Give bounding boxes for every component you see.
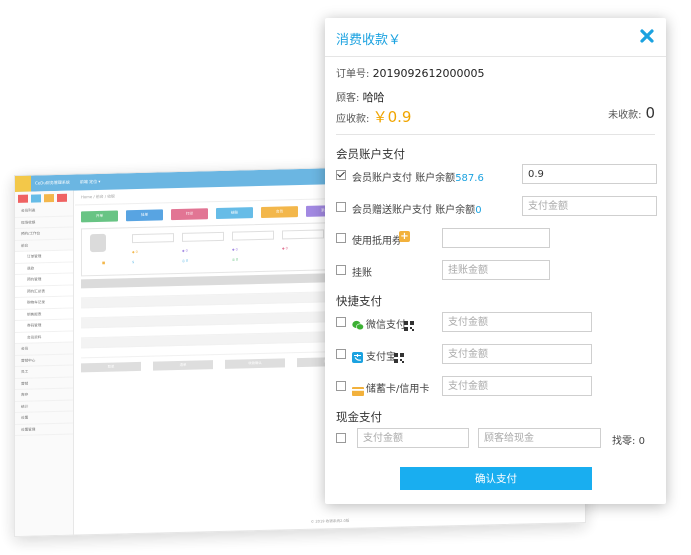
app-top-menu[interactable]: 前端 定位 ▾: [80, 179, 101, 186]
card-checkbox[interactable]: [336, 381, 346, 391]
wechat-label: 微信支付: [366, 320, 406, 331]
gift-balance-label: 账户余额: [435, 205, 476, 216]
cash-checkbox[interactable]: [336, 433, 346, 443]
credit-input[interactable]: [442, 260, 550, 280]
qrcode-icon[interactable]: [394, 348, 404, 367]
credit-label: 挂账: [352, 268, 372, 279]
member-pay-text: 会员账户支付: [352, 173, 412, 184]
close-icon[interactable]: [639, 28, 655, 44]
gift-pay-label: 会员赠送账户支付 账户余额0: [352, 201, 482, 216]
member-field[interactable]: [132, 233, 174, 244]
credit-checkbox[interactable]: [336, 265, 346, 275]
alipay-label: 支付宝: [366, 352, 396, 363]
alipay-icon: [352, 348, 363, 367]
coupon-label: 使用抵用券: [352, 236, 402, 247]
app-brand: CeDu财务管理系统: [35, 179, 70, 186]
member-field[interactable]: [282, 229, 324, 240]
due-row: 未收款: 0: [608, 104, 655, 122]
stat-icon: $: [132, 260, 135, 265]
coupon-input[interactable]: [442, 228, 550, 248]
cash-section-title: 现金支付: [336, 410, 382, 424]
sidebar-shortcut-icons: [15, 191, 73, 206]
divider: [336, 134, 655, 135]
tool-button-print[interactable]: 打印: [171, 208, 208, 221]
tool-button-open[interactable]: 开单: [81, 210, 118, 223]
alipay-checkbox[interactable]: [336, 349, 346, 359]
member-pay-checkbox[interactable]: [336, 170, 346, 180]
sidebar-item[interactable]: 设置管理: [15, 423, 73, 436]
change-row: 找零: 0: [612, 432, 645, 447]
due-label: 未收款:: [608, 110, 642, 121]
card-input[interactable]: [442, 376, 592, 396]
wechat-input[interactable]: [442, 312, 592, 332]
confirm-payment-button[interactable]: 确认支付: [400, 467, 592, 490]
member-section-title: 会员账户支付: [336, 147, 405, 161]
stat-icon: ◎ 0: [182, 258, 189, 263]
stat-icon: ◆ 0: [232, 247, 238, 252]
receivable-row: 应收款: ￥0.9: [336, 106, 411, 127]
receivable-label: 应收款:: [336, 114, 370, 125]
cash-pay-input[interactable]: [357, 428, 469, 448]
modal-header: 消费收款￥: [325, 18, 666, 57]
wechat-icon: [352, 316, 364, 335]
stat-icon: ◎ 0: [232, 257, 239, 262]
sidebar-menu: 会员列表 现场收银 预约/工作台 前台 订单管理 退款 预约管理 预约汇总表 购…: [15, 204, 73, 436]
customer-row: 顾客: 哈哈: [336, 89, 385, 105]
qrcode-icon[interactable]: [404, 316, 414, 335]
refund-button[interactable]: 退单: [153, 360, 213, 371]
gift-pay-checkbox[interactable]: [336, 202, 346, 212]
member-balance-value: 587.6: [455, 173, 484, 184]
coupon-add-icon[interactable]: +: [399, 231, 410, 242]
tool-button-member[interactable]: 会员: [261, 206, 298, 218]
receivable-amount: ￥0.9: [372, 108, 412, 126]
bank-card-icon: [352, 381, 364, 400]
shortcut-icon-4[interactable]: [57, 193, 67, 202]
change-value: 0: [638, 436, 645, 447]
stat-icon: ◆ 0: [132, 249, 138, 255]
customer-label: 顾客:: [336, 93, 360, 104]
member-pay-input[interactable]: [522, 164, 657, 184]
shortcut-icon-2[interactable]: [31, 194, 41, 203]
card-label: 储蓄卡/信用卡: [366, 384, 430, 395]
order-row: 订单号: 2019092612000005: [336, 65, 485, 80]
tool-button-checkout[interactable]: 结账: [216, 207, 253, 220]
quick-section-title: 快捷支付: [336, 294, 382, 308]
shortcut-icon-3[interactable]: [44, 194, 54, 203]
payment-modal: 消费收款￥ 订单号: 2019092612000005 顾客: 哈哈 应收款: …: [325, 18, 666, 504]
shortcut-icon-1[interactable]: [18, 194, 28, 203]
stat-icon: ◆ 0: [182, 248, 188, 253]
due-amount: 0: [645, 104, 655, 122]
member-field[interactable]: [182, 231, 224, 242]
app-sidebar: 会员列表 现场收银 预约/工作台 前台 订单管理 退款 预约管理 预约汇总表 购…: [15, 190, 74, 536]
modal-title: 消费收款￥: [336, 33, 402, 48]
coupon-checkbox[interactable]: [336, 233, 346, 243]
stat-icon: ◆ 0: [282, 246, 288, 251]
order-label: 订单号:: [336, 69, 370, 80]
tool-button-hold[interactable]: 挂单: [126, 209, 163, 222]
member-field[interactable]: [232, 230, 274, 241]
confirm-receipt-button[interactable]: 收款确认: [225, 358, 285, 369]
cash-given-input[interactable]: [478, 428, 601, 448]
wechat-checkbox[interactable]: [336, 317, 346, 327]
gift-balance-value: 0: [475, 205, 482, 216]
gift-pay-text: 会员赠送账户支付: [352, 205, 432, 216]
member-pay-label: 会员账户支付 账户余额587.6: [352, 169, 484, 184]
member-balance-label: 账户余额: [415, 173, 456, 184]
avatar: [90, 233, 106, 253]
order-number: 2019092612000005: [372, 67, 485, 80]
customer-name: 哈哈: [362, 91, 385, 104]
app-logo: [15, 175, 31, 192]
alipay-input[interactable]: [442, 344, 592, 364]
stat-icon: ■: [102, 260, 106, 265]
gift-pay-input[interactable]: [522, 196, 657, 216]
footer: © 2019 收银系统2.0版: [310, 518, 350, 524]
take-order-button[interactable]: 取单: [81, 361, 141, 373]
change-label: 找零:: [612, 436, 636, 447]
